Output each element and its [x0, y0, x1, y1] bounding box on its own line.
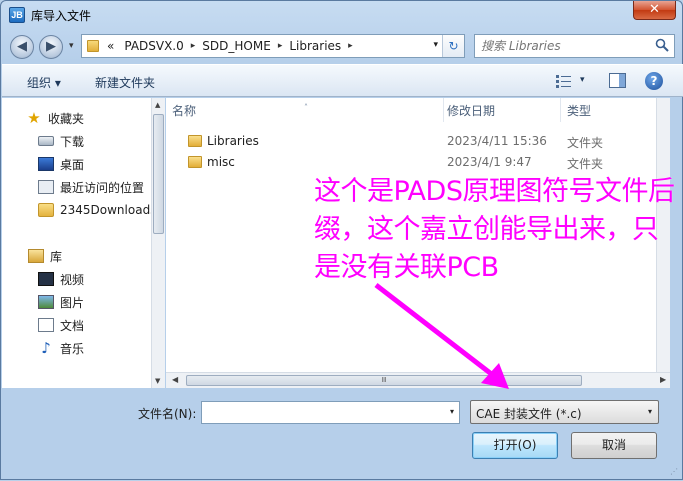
file-date: 2023/4/1 9:47 [447, 155, 532, 169]
title-bar: JB 库导入文件 ✕ [1, 1, 682, 29]
refresh-button[interactable]: ↻ [442, 35, 464, 57]
scroll-right-arrow-icon[interactable]: ▶ [660, 375, 666, 384]
star-icon: ★ [27, 109, 41, 127]
scrollbar-thumb[interactable]: Ⅲ [186, 375, 582, 386]
chevron-down-icon[interactable]: ▾ [450, 407, 454, 416]
file-type: 文件夹 [567, 157, 604, 171]
sidebar-item-label: 视频 [60, 272, 85, 287]
back-button[interactable]: ◀ [10, 35, 34, 59]
video-icon [38, 272, 54, 286]
column-header-type[interactable]: 类型 [561, 98, 656, 122]
breadcrumb-padsvx[interactable]: PADSVX.0 [122, 39, 185, 53]
address-history-dropdown[interactable]: ▾ [433, 40, 438, 50]
folder-icon [188, 156, 202, 168]
view-dropdown[interactable]: ▾ [580, 75, 585, 85]
resize-grip-icon[interactable]: ⋰ [670, 467, 680, 477]
filename-label: 文件名(N): [138, 407, 197, 421]
libraries-icon [28, 249, 44, 263]
downloads-icon [38, 136, 54, 146]
column-header-label: 类型 [567, 104, 592, 118]
folder-icon [188, 135, 202, 147]
sidebar-item-label: 最近访问的位置 [60, 180, 145, 195]
view-options-icon[interactable] [556, 74, 572, 88]
folder-icon [38, 203, 54, 217]
sort-ascending-icon: ˄ [304, 103, 308, 112]
close-button[interactable]: ✕ [633, 1, 676, 20]
command-bar: 组织 ▾ 新建文件夹 ▾ ? [2, 64, 683, 97]
file-dialog: JB 库导入文件 ✕ ◀ ▶ ▾ « PADSVX.0 ▸ SDD_HOME ▸… [0, 0, 683, 480]
navigation-scrollbar[interactable]: ▲ ▼ [151, 98, 165, 388]
search-box[interactable] [474, 34, 675, 58]
file-row[interactable]: Libraries 2023/4/11 15:36 文件夹 [166, 131, 670, 151]
column-header-date[interactable]: 修改日期 [441, 98, 561, 122]
chevron-down-icon: ▾ [647, 407, 652, 416]
sidebar-item-label: 音乐 [60, 341, 85, 356]
navigation-pane: ★ 收藏夹 下载 桌面 最近访问的位置 2345Downloads 库 视频 图… [2, 98, 152, 388]
file-name: Libraries [207, 134, 259, 148]
scroll-down-arrow-icon[interactable]: ▼ [155, 377, 160, 385]
sidebar-item-label: 库 [50, 249, 63, 264]
new-folder-button[interactable]: 新建文件夹 [95, 74, 155, 91]
back-arrow-icon: ◀ [17, 39, 27, 54]
breadcrumb-separator[interactable]: ▸ [186, 41, 201, 51]
folder-icon [87, 40, 99, 52]
breadcrumb-sdd-home[interactable]: SDD_HOME [200, 39, 273, 53]
refresh-icon: ↻ [448, 39, 459, 53]
sidebar-item-label: 下载 [60, 134, 85, 149]
music-icon: ♪ [41, 339, 51, 357]
search-icon[interactable] [655, 38, 669, 52]
scrollbar-grip-icon: Ⅲ [381, 376, 387, 384]
column-header-label: 修改日期 [447, 104, 496, 118]
breadcrumb-overflow[interactable]: « [105, 39, 116, 53]
breadcrumb-separator[interactable]: ▸ [343, 41, 358, 51]
scroll-left-arrow-icon[interactable]: ◀ [172, 375, 178, 384]
app-icon: JB [9, 7, 25, 23]
column-header-label: 名称 [172, 104, 197, 118]
cancel-button[interactable]: 取消 [571, 432, 657, 459]
organize-menu[interactable]: 组织 ▾ [27, 74, 61, 91]
filename-input[interactable] [205, 404, 435, 421]
sidebar-item-label: 收藏夹 [48, 111, 85, 126]
sidebar-item-label: 图片 [60, 295, 85, 310]
pictures-icon [38, 295, 54, 309]
preview-pane-icon[interactable] [609, 73, 626, 88]
scrollbar-thumb[interactable] [153, 114, 164, 234]
sidebar-item-label: 文档 [60, 318, 85, 333]
desktop-icon [38, 157, 54, 171]
sidebar-item-label: 桌面 [60, 157, 85, 172]
filename-combobox[interactable]: ▾ [201, 401, 460, 424]
file-type: 文件夹 [567, 136, 604, 150]
window-title: 库导入文件 [31, 9, 92, 23]
file-type-filter-value: CAE 封装文件 (*.c) [476, 407, 582, 421]
recent-places-icon [38, 180, 54, 194]
help-icon[interactable]: ? [645, 72, 663, 90]
scroll-up-arrow-icon[interactable]: ▲ [155, 101, 160, 109]
search-input[interactable] [479, 37, 649, 55]
recent-pages-dropdown[interactable]: ▾ [69, 41, 74, 51]
sidebar-item-2345downloads[interactable]: 2345Downloads [38, 200, 152, 220]
file-row[interactable]: misc 2023/4/1 9:47 文件夹 [166, 152, 670, 172]
forward-arrow-icon: ▶ [46, 39, 56, 54]
breadcrumb-separator[interactable]: ▸ [273, 41, 288, 51]
column-header-name[interactable]: 名称 ˄ [166, 98, 444, 122]
file-type-filter[interactable]: CAE 封装文件 (*.c) ▾ [470, 400, 659, 424]
file-list-horizontal-scrollbar[interactable]: ◀ Ⅲ ▶ [166, 372, 670, 388]
file-date: 2023/4/11 15:36 [447, 134, 547, 148]
forward-button[interactable]: ▶ [39, 35, 63, 59]
documents-icon [38, 318, 54, 332]
address-bar[interactable]: « PADSVX.0 ▸ SDD_HOME ▸ Libraries ▸ ▾ ↻ [81, 34, 465, 58]
breadcrumb-libraries[interactable]: Libraries [287, 39, 343, 53]
annotation-text: 这个是PADS原理图符号文件后缀，这个嘉立创能导出来，只是没有关联PCB [314, 176, 675, 283]
file-name: misc [207, 155, 235, 169]
open-button[interactable]: 打开(O) [472, 432, 558, 459]
sidebar-item-label: 2345Downloads [60, 203, 152, 217]
